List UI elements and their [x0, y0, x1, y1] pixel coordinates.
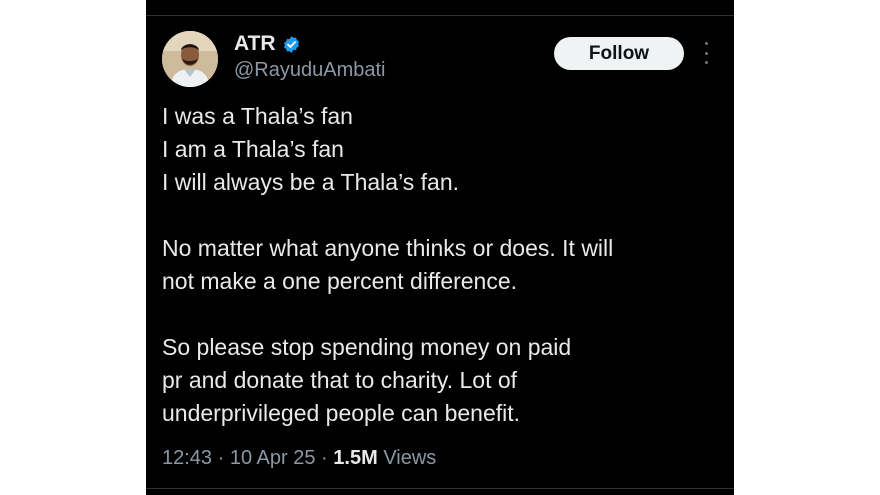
views-label: Views — [383, 447, 437, 469]
tweet-text: I was a Thala’s fan I am a Thala’s fan I… — [162, 100, 722, 430]
tweet-line: I am a Thala’s fan — [162, 136, 344, 162]
top-divider — [146, 15, 734, 16]
tweet-line: not make a one percent difference. — [162, 268, 518, 294]
tweet-meta: 12:43 · 10 Apr 25 · 1.5M Views — [162, 444, 436, 472]
user-handle[interactable]: @RayuduAmbati — [234, 58, 385, 82]
views-count[interactable]: 1.5M — [333, 447, 377, 469]
tweet-line: underprivileged people can benefit. — [162, 400, 521, 426]
tweet-paragraph: I was a Thala’s fan I am a Thala’s fan I… — [162, 100, 722, 199]
tweet-date[interactable]: 10 Apr 25 — [230, 447, 316, 469]
avatar-photo — [162, 31, 218, 87]
meta-separator: · — [321, 447, 328, 469]
meta-separator: · — [217, 447, 225, 469]
avatar[interactable] — [162, 31, 218, 87]
bottom-divider — [146, 488, 734, 489]
verified-badge-icon — [283, 35, 299, 53]
more-options-icon[interactable] — [698, 42, 714, 64]
tweet-time[interactable]: 12:43 — [162, 447, 212, 469]
tweet-paragraph: So please stop spending money on paid pr… — [162, 331, 722, 430]
tweet-line: I was a Thala’s fan — [162, 103, 353, 129]
tweet-line: pr and donate that to charity. Lot of — [162, 367, 518, 393]
tweet-line: I will always be a Thala’s fan. — [162, 169, 460, 195]
tweet-line: So please stop spending money on paid — [162, 334, 572, 360]
tweet-line: No matter what anyone thinks or does. It… — [162, 235, 614, 261]
tweet-card: ATR @RayuduAmbati Follow I was a Thala’s… — [146, 0, 734, 495]
tweet-paragraph: No matter what anyone thinks or does. It… — [162, 232, 722, 298]
display-name[interactable]: ATR — [234, 32, 276, 56]
follow-button[interactable]: Follow — [554, 37, 684, 70]
